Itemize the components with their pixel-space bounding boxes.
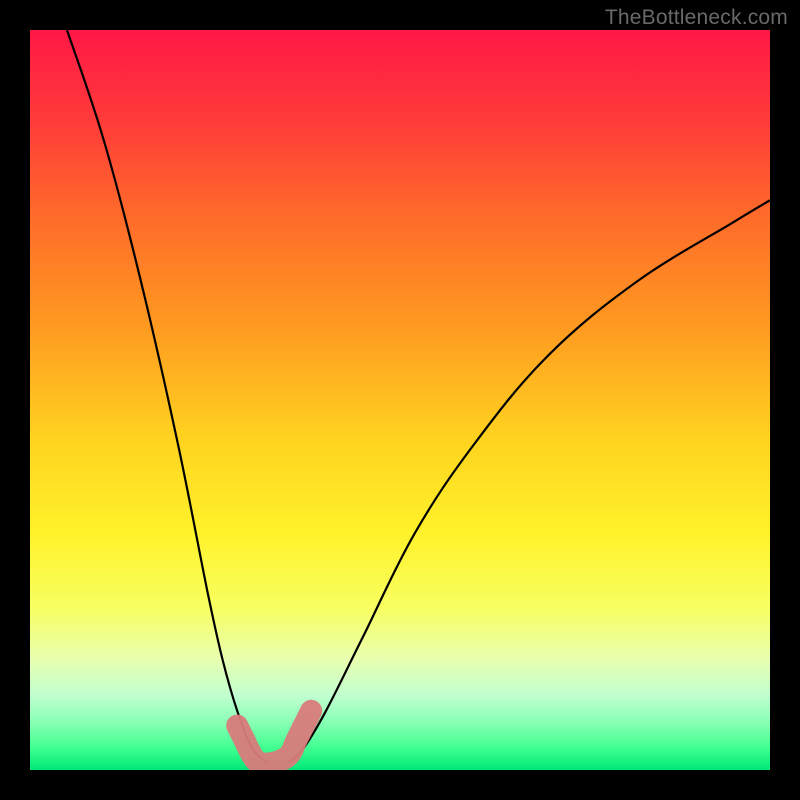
watermark-text: TheBottleneck.com [605,6,788,30]
chart-overlay [30,30,770,770]
curve-left-branch [67,30,267,763]
curve-right-branch [289,200,770,762]
trough-marker-blob [237,711,311,764]
